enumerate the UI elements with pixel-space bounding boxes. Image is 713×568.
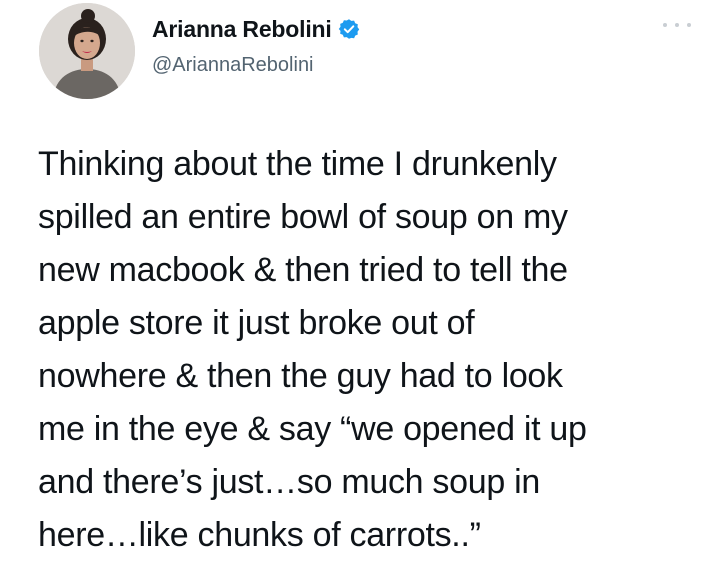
author-name-row: Arianna Rebolini [152, 14, 360, 44]
avatar-image [39, 3, 135, 99]
tweet-text-line: here…like chunks of carrots..” [38, 516, 481, 554]
tweet-text-line: me in the eye & say “we opened it up [38, 410, 587, 448]
profile-avatar[interactable] [39, 3, 135, 99]
more-options-icon[interactable] [663, 18, 691, 32]
verified-badge-icon [338, 18, 360, 40]
tweet-text-line: and there’s just…so much soup in [38, 463, 540, 501]
tweet-text-line: apple store it just broke out of [38, 304, 475, 342]
tweet-card: Arianna Rebolini @AriannaRebolini Thinki… [0, 0, 713, 568]
tweet-text-line: spilled an entire bowl of soup on my [38, 198, 568, 236]
author-display-name[interactable]: Arianna Rebolini [152, 16, 332, 43]
tweet-text-line: Thinking about the time I drunkenly [38, 145, 557, 183]
tweet-text-line: nowhere & then the guy had to look [38, 357, 563, 395]
more-dot [675, 23, 679, 27]
author-handle[interactable]: @AriannaRebolini [152, 54, 314, 77]
more-dot [687, 23, 691, 27]
tweet-text-line: new macbook & then tried to tell the [38, 251, 568, 289]
tweet-text: Thinking about the time I drunkenly spil… [38, 138, 703, 562]
more-dot [663, 23, 667, 27]
